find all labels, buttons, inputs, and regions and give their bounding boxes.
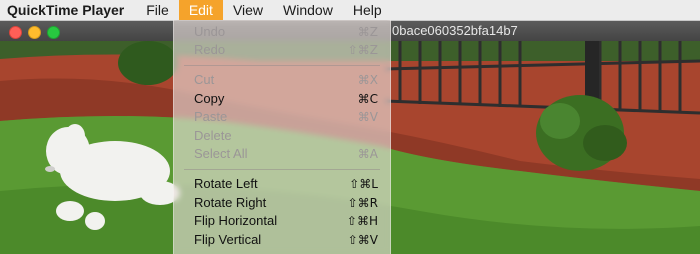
shortcut-label: ⌘V	[357, 110, 378, 124]
menu-item-rotate-right[interactable]: Rotate Right ⇧⌘R	[174, 194, 390, 212]
shortcut-label: ⇧⌘R	[347, 196, 378, 210]
close-button[interactable]	[9, 26, 22, 39]
shortcut-label: ⇧⌘V	[347, 233, 378, 247]
menu-item-label: Rotate Left	[194, 176, 258, 191]
shortcut-label: ⌘Z	[357, 25, 378, 39]
menu-bar: QuickTime Player File Edit View Window H…	[0, 0, 700, 21]
menu-item-label: Flip Horizontal	[194, 213, 278, 228]
menu-view[interactable]: View	[223, 0, 273, 20]
menu-item-paste[interactable]: Paste ⌘V	[174, 108, 390, 126]
window-title: 0bace060352bfa14b7	[392, 23, 518, 38]
zoom-button[interactable]	[47, 26, 60, 39]
app-menu-quicktime[interactable]: QuickTime Player	[0, 2, 136, 18]
edit-menu-dropdown: Undo ⌘Z Redo ⇧⌘Z Cut ⌘X Copy ⌘C Paste ⌘V…	[173, 20, 391, 254]
shortcut-label: ⌘A	[357, 147, 378, 161]
menu-item-label: Undo	[194, 24, 226, 39]
menu-item-copy[interactable]: Copy ⌘C	[174, 90, 390, 108]
menu-separator	[184, 65, 380, 66]
menu-item-label: Select All	[194, 146, 248, 161]
menu-item-select-all[interactable]: Select All ⌘A	[174, 145, 390, 163]
menu-file[interactable]: File	[136, 0, 179, 20]
shortcut-label: ⇧⌘H	[346, 214, 378, 228]
menu-item-label: Redo	[194, 42, 226, 57]
menu-item-cut[interactable]: Cut ⌘X	[174, 71, 390, 89]
menu-item-flip-horizontal[interactable]: Flip Horizontal ⇧⌘H	[174, 212, 390, 230]
menu-item-label: Paste	[194, 109, 228, 124]
menu-edit[interactable]: Edit	[178, 0, 223, 20]
shortcut-label: ⌘C	[357, 92, 378, 106]
menu-item-label: Copy	[194, 91, 225, 106]
shortcut-label: ⇧⌘Z	[347, 43, 378, 57]
menu-window[interactable]: Window	[273, 0, 343, 20]
menu-item-flip-vertical[interactable]: Flip Vertical ⇧⌘V	[174, 231, 390, 249]
menu-item-rotate-left[interactable]: Rotate Left ⇧⌘L	[174, 175, 390, 193]
menu-item-label: Delete	[194, 128, 232, 143]
menu-item-label: Flip Vertical	[194, 232, 262, 247]
menu-item-undo[interactable]: Undo ⌘Z	[174, 23, 390, 41]
menu-separator	[184, 169, 380, 170]
shortcut-label: ⌘X	[357, 73, 378, 87]
menu-item-label: Rotate Right	[194, 195, 267, 210]
minimize-button[interactable]	[28, 26, 41, 39]
menu-item-delete[interactable]: Delete	[174, 127, 390, 145]
menu-help[interactable]: Help	[343, 0, 392, 20]
menu-item-redo[interactable]: Redo ⇧⌘Z	[174, 41, 390, 59]
menu-item-label: Cut	[194, 72, 215, 87]
shortcut-label: ⇧⌘L	[349, 177, 378, 191]
